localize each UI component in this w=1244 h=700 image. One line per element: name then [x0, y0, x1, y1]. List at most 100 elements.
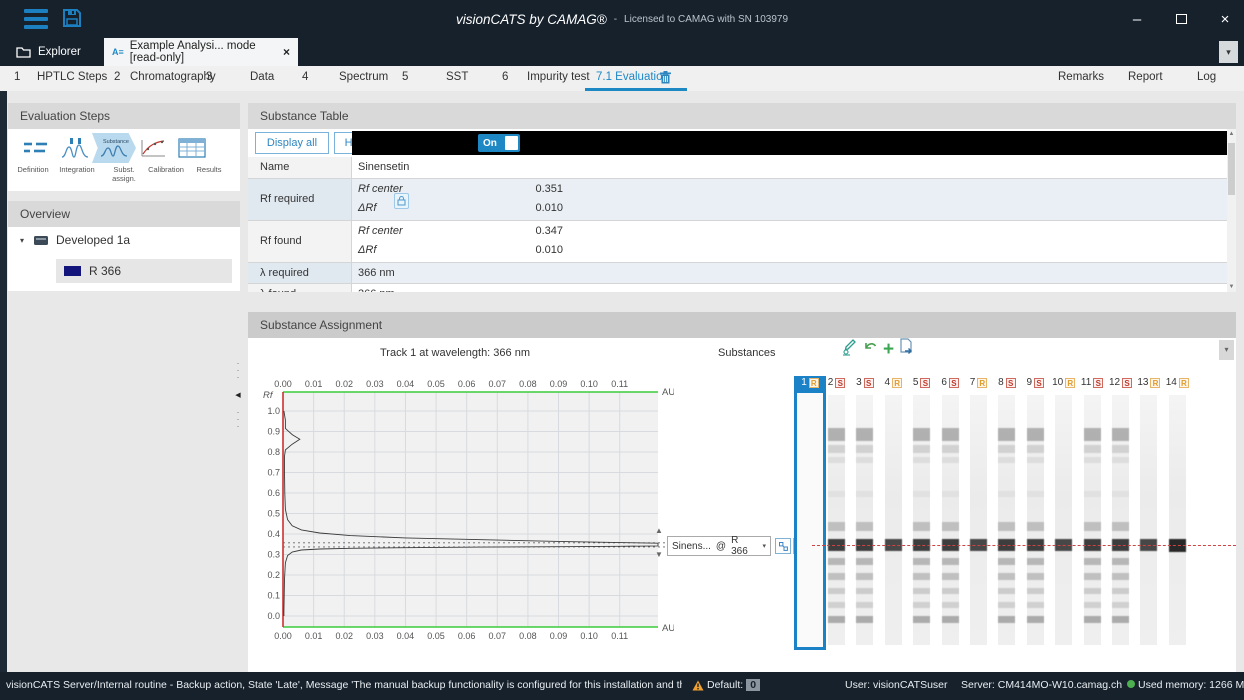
nav-step-3-num[interactable]: 3	[206, 71, 212, 83]
step-definition[interactable]	[14, 133, 58, 163]
scroll-up-icon[interactable]: ▲	[1227, 131, 1236, 137]
band	[1027, 428, 1044, 441]
track-lane-4[interactable]	[885, 395, 902, 645]
delete-evaluation-icon[interactable]	[660, 71, 671, 87]
substance-select-dropdown[interactable]: Sinens... @ R 366 ▾	[667, 536, 771, 556]
track-lane-11[interactable]	[1084, 395, 1101, 645]
band	[1084, 522, 1101, 531]
minimize-button[interactable]: –	[1128, 11, 1146, 28]
substance-name-value: Sinensetin	[358, 161, 409, 173]
sidebar-splitter[interactable]: ··· ◀ ···	[232, 345, 244, 445]
nav-step-2-num[interactable]: 2	[114, 71, 120, 83]
backup-warning[interactable]: Default: 0	[692, 679, 760, 691]
track-lane-10[interactable]	[1055, 395, 1072, 645]
nav-remarks[interactable]: Remarks	[1058, 71, 1104, 83]
tree-item-r366[interactable]: R 366	[56, 259, 232, 283]
svg-text:0.01: 0.01	[305, 631, 323, 641]
step-label-subst-assign: Subst. assign.	[104, 165, 144, 184]
window-title: visionCATS by CAMAG® - Licensed to CAMAG…	[0, 0, 1244, 38]
nav-step-6-num[interactable]: 6	[502, 71, 508, 83]
window-up-handle[interactable]: ▲	[655, 526, 663, 535]
track-lane-14[interactable]	[1169, 395, 1186, 645]
step-substance-assignment[interactable]: Substance	[92, 133, 136, 163]
substance-select-text: Sinens...	[672, 541, 711, 552]
band	[998, 428, 1015, 441]
delta-rf-label-2: ΔRf	[358, 244, 376, 256]
panel-scroll-button[interactable]: ▾	[1219, 340, 1234, 360]
track-lane-13[interactable]	[1140, 395, 1157, 645]
band	[1027, 457, 1044, 463]
scroll-down-icon[interactable]: ▼	[1227, 284, 1236, 290]
band	[1027, 491, 1044, 497]
band	[1112, 573, 1129, 580]
band	[942, 457, 959, 463]
nav-log[interactable]: Log	[1197, 71, 1216, 83]
band	[998, 588, 1015, 594]
nav-step-5-num[interactable]: 5	[402, 71, 408, 83]
band	[1112, 491, 1129, 497]
track-lane-2[interactable]	[828, 395, 845, 645]
band	[1112, 602, 1129, 608]
nav-step-2[interactable]: Chromatography	[130, 71, 216, 83]
band	[942, 491, 959, 497]
nav-step-4[interactable]: Spectrum	[339, 71, 388, 83]
color-swatch	[64, 266, 81, 276]
undo-icon[interactable]	[862, 339, 878, 360]
track-lane-3[interactable]	[856, 395, 873, 645]
nav-step-5[interactable]: SST	[446, 71, 468, 83]
nav-step-6[interactable]: Impurity test	[527, 71, 590, 83]
tree-item-developed[interactable]: ▾ Developed 1a	[20, 233, 130, 247]
add-substance-icon[interactable]: +	[883, 341, 894, 359]
track-lane-8[interactable]	[998, 395, 1015, 645]
nav-step-4-num[interactable]: 4	[302, 71, 308, 83]
selected-track-box[interactable]	[794, 376, 826, 650]
track-lane-9[interactable]	[1027, 395, 1044, 645]
nav-report[interactable]: Report	[1128, 71, 1163, 83]
step-label-integration: Integration	[52, 165, 102, 174]
nav-step-3[interactable]: Data	[250, 71, 274, 83]
svg-text:0.11: 0.11	[611, 379, 628, 389]
substance-on-toggle[interactable]: On	[478, 134, 520, 152]
scrollbar-thumb[interactable]	[1228, 143, 1235, 195]
track-lane-7[interactable]	[970, 395, 987, 645]
table-row-name: Name Sinensetin	[248, 157, 1227, 179]
svg-text:0.05: 0.05	[427, 631, 445, 641]
status-user: User: visionCATSuser	[845, 679, 948, 691]
step-integration[interactable]	[53, 133, 97, 163]
track-lane-6[interactable]	[942, 395, 959, 645]
table-scrollbar[interactable]: ▲ ▼	[1227, 129, 1236, 292]
link-substance-button[interactable]	[775, 538, 791, 554]
band	[1112, 522, 1129, 531]
track-lane-12[interactable]	[1112, 395, 1129, 645]
step-results[interactable]	[170, 133, 214, 163]
tree-expand-icon[interactable]: ▾	[20, 236, 24, 245]
track-lane-5[interactable]	[913, 395, 930, 645]
tab-list-dropdown-button[interactable]: ▾	[1219, 41, 1238, 63]
band	[856, 588, 873, 594]
nav-step-1-num[interactable]: 1	[14, 71, 20, 83]
svg-text:0.04: 0.04	[397, 631, 415, 641]
step-calibration[interactable]	[131, 133, 175, 163]
tab-document[interactable]: A≡ Example Analysi... mode [read-only] ×	[104, 38, 298, 66]
window-down-handle[interactable]: ▼	[655, 550, 663, 559]
status-bar: visionCATS Server/Internal routine - Bac…	[0, 672, 1244, 700]
collapse-left-icon[interactable]: ◀	[235, 391, 240, 399]
lock-icon	[394, 193, 409, 209]
svg-text:0.6: 0.6	[267, 488, 280, 498]
nav-step-1[interactable]: HPTLC Steps	[37, 71, 107, 83]
band	[913, 558, 930, 565]
track-label-14[interactable]: 14R	[1160, 377, 1194, 388]
auto-assign-icon[interactable]	[841, 338, 857, 361]
track-number: 1	[801, 377, 807, 388]
maximize-button[interactable]	[1172, 11, 1190, 28]
tab-close-icon[interactable]: ×	[283, 45, 290, 59]
display-all-button[interactable]: Display all	[255, 132, 329, 154]
tree-item-label: Developed 1a	[56, 233, 130, 247]
export-icon[interactable]	[899, 338, 914, 361]
nav-step-evaluation[interactable]: 7.1 Evaluation	[596, 71, 669, 83]
close-button[interactable]: ×	[1216, 11, 1234, 28]
track-number: 13	[1137, 377, 1148, 388]
tab-explorer[interactable]: Explorer	[8, 38, 104, 66]
svg-text:0.1: 0.1	[267, 591, 280, 601]
evaluation-steps-header: Evaluation Steps	[8, 103, 240, 129]
